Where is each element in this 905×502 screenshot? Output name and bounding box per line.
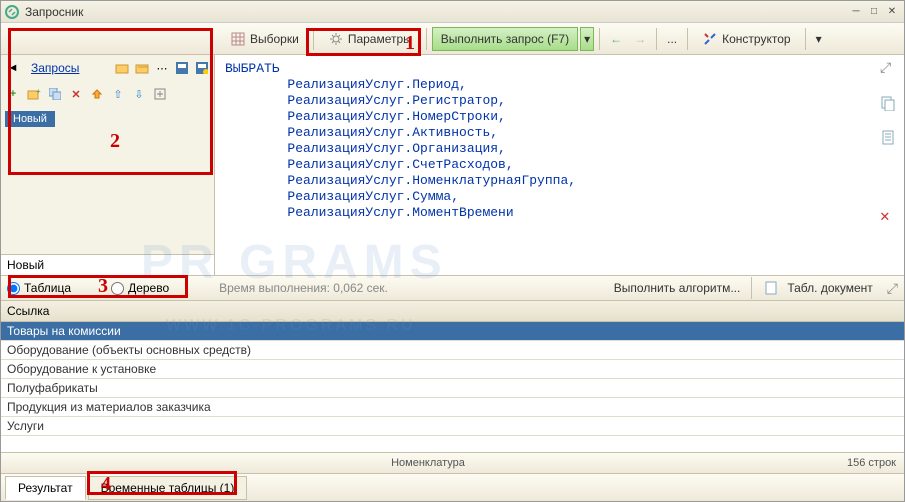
move-up-level-icon[interactable] — [89, 86, 105, 102]
parameters-label: Параметры — [348, 32, 412, 46]
radio-table-label: Таблица — [24, 281, 71, 295]
tools-icon — [702, 31, 718, 47]
add-group-icon[interactable]: + — [26, 86, 42, 102]
nav-forward-button[interactable]: → — [629, 27, 651, 51]
titlebar: Запросник ─ □ ✕ — [1, 1, 904, 23]
open-folder-icon[interactable] — [134, 60, 150, 76]
svg-text:+: + — [36, 88, 41, 96]
gear-icon — [328, 31, 344, 47]
delete-icon[interactable]: ✕ — [68, 86, 84, 102]
radio-tree[interactable]: Дерево — [111, 281, 169, 295]
query-code-text: ВЫБРАТЬ РеализацияУслуг.Период, Реализац… — [225, 61, 576, 220]
selections-button[interactable]: Выборки — [221, 27, 308, 51]
run-algorithm-button[interactable]: Выполнить алгоритм... — [614, 281, 741, 295]
table-row[interactable]: Продукция из материалов заказчика — [1, 398, 904, 417]
constructor-label: Конструктор — [722, 32, 790, 46]
toolbar-dropdown[interactable]: ▾ — [811, 27, 827, 51]
grid-icon — [230, 31, 246, 47]
table-row[interactable]: Оборудование (объекты основных средств) — [1, 341, 904, 360]
minimize-button[interactable]: ─ — [848, 5, 864, 19]
save-icon[interactable] — [174, 60, 190, 76]
middle-toolbar: Таблица Дерево Время выполнения: 0,062 с… — [1, 275, 904, 301]
maximize-button[interactable]: □ — [866, 5, 882, 19]
save-as-icon[interactable] — [194, 60, 210, 76]
copy-icon[interactable] — [47, 86, 63, 102]
status-bar: Номенклатура 156 строк — [1, 453, 904, 473]
collapse-icon[interactable]: ◄ — [5, 60, 21, 76]
copy-code-icon[interactable] — [880, 95, 898, 113]
tab-temp-tables[interactable]: Временные таблицы (1) — [88, 476, 248, 500]
move-up-icon[interactable]: ⇧ — [110, 86, 126, 102]
close-button[interactable]: ✕ — [884, 5, 900, 19]
radio-table[interactable]: Таблица — [7, 281, 71, 295]
window-title: Запросник — [25, 5, 846, 19]
status-right: 156 строк — [847, 457, 896, 469]
annotation-4: 4 — [101, 473, 111, 496]
leftpanel-footer: Новый — [1, 254, 214, 275]
more-button[interactable]: ... — [662, 27, 682, 51]
nav-back-button[interactable]: ← — [605, 27, 627, 51]
query-tab-new[interactable]: Новый — [5, 111, 55, 127]
table-row[interactable]: Оборудование к установке — [1, 360, 904, 379]
main-toolbar: Выборки Параметры Выполнить запрос (F7) … — [1, 23, 904, 55]
paste-code-icon[interactable] — [880, 129, 898, 147]
dots-label: ... — [667, 32, 677, 46]
clear-code-icon[interactable]: ✕ — [880, 209, 898, 227]
annotation-3: 3 — [98, 275, 108, 298]
tab-result[interactable]: Результат — [5, 476, 86, 500]
queries-link[interactable]: Запросы — [31, 61, 79, 75]
app-icon — [5, 5, 19, 19]
query-code-area[interactable]: ВЫБРАТЬ РеализацияУслуг.Период, Реализац… — [215, 55, 904, 275]
table-row[interactable]: Услуги — [1, 417, 904, 436]
table-document-button[interactable]: Табл. документ — [787, 281, 872, 295]
annotation-2: 2 — [110, 130, 120, 153]
radio-tree-label: Дерево — [128, 281, 169, 295]
status-center: Номенклатура — [9, 457, 847, 469]
arrow-left-icon: ← — [610, 32, 622, 46]
constructor-button[interactable]: Конструктор — [693, 27, 799, 51]
grid-column-header[interactable]: Ссылка — [1, 301, 904, 322]
add-icon[interactable]: + — [5, 86, 21, 102]
expand-results-icon[interactable]: ⤢ — [887, 280, 898, 297]
new-folder-icon[interactable] — [114, 60, 130, 76]
execute-button[interactable]: Выполнить запрос (F7) — [432, 27, 578, 51]
annotation-1: 1 — [405, 32, 415, 55]
expand-icon[interactable]: ⤢ — [880, 61, 898, 79]
execute-dropdown[interactable]: ▾ — [580, 27, 594, 51]
exec-time-label: Время выполнения: 0,062 сек. — [219, 281, 388, 295]
table-row[interactable]: Полуфабрикаты — [1, 379, 904, 398]
expand-all-icon[interactable] — [152, 86, 168, 102]
dots-icon[interactable]: ⋯ — [154, 60, 170, 76]
results-grid[interactable]: Ссылка Товары на комиссии Оборудование (… — [1, 301, 904, 453]
selections-label: Выборки — [250, 32, 299, 46]
table-row[interactable]: Товары на комиссии — [1, 322, 904, 341]
move-down-icon[interactable]: ⇩ — [131, 86, 147, 102]
left-panel: ◄ Запросы ⋯ + + ✕ ⇧ ⇩ — [1, 55, 215, 275]
document-icon — [763, 280, 779, 296]
execute-label: Выполнить запрос (F7) — [441, 32, 569, 46]
arrow-right-icon: → — [634, 32, 646, 46]
bottom-tabs: Результат Временные таблицы (1) — [1, 473, 904, 501]
